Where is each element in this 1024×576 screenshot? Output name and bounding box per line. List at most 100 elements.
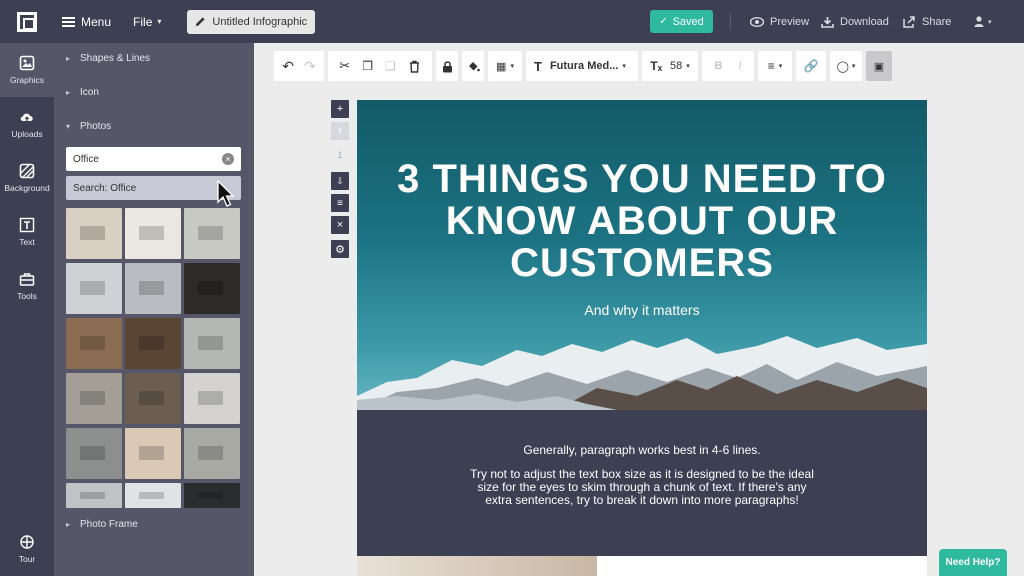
document-title-field[interactable]: Untitled Infographic bbox=[187, 9, 316, 34]
section-icon[interactable]: ▸ Icon bbox=[66, 87, 99, 98]
position-button[interactable]: ▣ bbox=[866, 51, 892, 81]
photo-thumbnail[interactable] bbox=[66, 318, 122, 369]
link-button[interactable]: 🔗 bbox=[796, 51, 826, 81]
rail-label: Text bbox=[19, 237, 35, 247]
hero-block[interactable]: 3 THINGS YOU NEED TO KNOW ABOUT OUR CUST… bbox=[357, 100, 927, 410]
hero-title[interactable]: 3 THINGS YOU NEED TO KNOW ABOUT OUR CUST… bbox=[357, 158, 927, 284]
bold-icon[interactable]: B bbox=[714, 60, 722, 72]
search-value: Office bbox=[73, 153, 99, 165]
next-block-photo[interactable] bbox=[357, 556, 597, 576]
section-photo-frame[interactable]: ▸ Photo Frame bbox=[66, 519, 138, 530]
section-label: Shapes & Lines bbox=[80, 53, 151, 64]
photo-thumbnail[interactable] bbox=[125, 373, 181, 424]
link-icon: 🔗 bbox=[803, 59, 819, 73]
block-settings-button[interactable]: ⚙ bbox=[331, 240, 349, 258]
search-suggestion[interactable]: Search: Office bbox=[66, 176, 241, 200]
lock-button[interactable] bbox=[436, 51, 458, 81]
paste-icon[interactable]: ❏ bbox=[385, 59, 396, 73]
preview-button[interactable]: Preview bbox=[750, 0, 809, 43]
photo-thumbnail[interactable] bbox=[125, 263, 181, 314]
move-down-button[interactable]: ⇩ bbox=[331, 172, 349, 190]
duplicate-block-button[interactable]: ≡ bbox=[331, 194, 349, 212]
rail-item-text[interactable]: Text bbox=[0, 205, 54, 259]
photo-thumbnail[interactable] bbox=[125, 318, 181, 369]
section-shapes-lines[interactable]: ▸ Shapes & Lines bbox=[66, 53, 150, 64]
rail-item-graphics[interactable]: Graphics bbox=[0, 43, 54, 97]
fill-color-button[interactable] bbox=[462, 51, 484, 81]
saved-button[interactable]: ✓ Saved bbox=[650, 10, 713, 33]
font-name: Futura Med... bbox=[549, 60, 619, 72]
section-label: Photo Frame bbox=[80, 519, 138, 530]
rail-item-tour[interactable]: Tour bbox=[0, 522, 54, 576]
photo-thumbnail[interactable] bbox=[184, 428, 240, 479]
cut-icon[interactable]: ✂ bbox=[339, 58, 350, 74]
align-button[interactable]: ≡ ▾ bbox=[758, 51, 792, 81]
photo-thumbnail[interactable] bbox=[66, 263, 122, 314]
rail-item-tools[interactable]: Tools bbox=[0, 259, 54, 313]
photo-thumbnail[interactable] bbox=[66, 483, 122, 508]
effects-button[interactable]: ◯ ▾ bbox=[830, 51, 862, 81]
check-icon: ✓ bbox=[659, 16, 668, 27]
infographic-canvas[interactable]: 3 THINGS YOU NEED TO KNOW ABOUT OUR CUST… bbox=[357, 100, 927, 576]
search-suggestion-label: Search: Office bbox=[73, 182, 137, 194]
photo-thumbnail[interactable] bbox=[125, 208, 181, 259]
rail-label: Background bbox=[4, 183, 50, 193]
rail-item-uploads[interactable]: Uploads bbox=[0, 97, 54, 151]
photo-thumbnail[interactable] bbox=[184, 318, 240, 369]
italic-icon[interactable]: I bbox=[738, 60, 741, 72]
chevron-down-icon: ▾ bbox=[778, 63, 783, 70]
font-family-select[interactable]: T Futura Med... ▾ bbox=[526, 51, 638, 81]
photo-thumbnail[interactable] bbox=[125, 483, 181, 508]
photo-thumbnail[interactable] bbox=[184, 373, 240, 424]
pencil-icon bbox=[196, 17, 206, 27]
file-menu-button[interactable]: File ▾ bbox=[133, 15, 161, 29]
app-logo[interactable] bbox=[0, 0, 54, 43]
background-icon bbox=[19, 163, 35, 179]
section-label: Photos bbox=[80, 121, 112, 132]
photo-thumbnail[interactable] bbox=[125, 428, 181, 479]
rail-label: Uploads bbox=[11, 129, 43, 139]
rail-item-background[interactable]: Background bbox=[0, 151, 54, 205]
plus-icon: + bbox=[336, 103, 344, 115]
paragraph-body[interactable]: Try not to adjust the text box size as i… bbox=[467, 468, 817, 507]
user-menu[interactable]: ▾ bbox=[974, 0, 992, 43]
preview-label: Preview bbox=[770, 15, 810, 28]
trash-icon[interactable] bbox=[408, 60, 421, 73]
tag-icon: ◯ bbox=[836, 60, 849, 73]
font-size-select[interactable]: Tₓ 58 ▾ bbox=[642, 51, 698, 81]
transparency-button[interactable]: ▦ ▾ bbox=[488, 51, 522, 81]
copy-icon[interactable]: ❐ bbox=[362, 59, 373, 73]
font-size-value: 58 bbox=[669, 60, 683, 72]
redo-icon[interactable]: ↷ bbox=[304, 58, 316, 75]
clear-search-icon[interactable]: × bbox=[222, 153, 234, 165]
photo-search-input[interactable]: Office × bbox=[66, 147, 241, 171]
eye-icon bbox=[750, 16, 764, 27]
paint-bucket-icon bbox=[468, 61, 480, 71]
mountain-photo[interactable] bbox=[357, 330, 927, 410]
menu-button[interactable]: Menu bbox=[62, 15, 111, 29]
paragraph-heading[interactable]: Generally, paragraph works best in 4-6 l… bbox=[357, 443, 927, 457]
section-photos[interactable]: ▾ Photos bbox=[66, 121, 111, 132]
share-button[interactable]: Share bbox=[903, 0, 951, 43]
download-button[interactable]: Download bbox=[821, 0, 889, 43]
paragraph-block[interactable]: Generally, paragraph works best in 4-6 l… bbox=[357, 410, 927, 556]
photo-thumbnail[interactable] bbox=[184, 263, 240, 314]
photo-thumbnail[interactable] bbox=[184, 208, 240, 259]
need-help-button[interactable]: Need Help? bbox=[939, 549, 1007, 576]
move-up-button[interactable]: ⇧ bbox=[331, 122, 349, 140]
chevron-down-icon: ▾ bbox=[851, 63, 856, 70]
next-block-area[interactable] bbox=[597, 556, 927, 576]
hero-subtitle[interactable]: And why it matters bbox=[357, 302, 927, 318]
page-number: 1 bbox=[337, 150, 343, 160]
photo-thumbnail[interactable] bbox=[184, 483, 240, 508]
photo-thumbnail[interactable] bbox=[66, 208, 122, 259]
download-label: Download bbox=[840, 15, 889, 28]
chevron-down-icon: ▾ bbox=[686, 63, 690, 70]
gear-icon: ⚙ bbox=[335, 243, 345, 256]
photo-thumbnail[interactable] bbox=[66, 373, 122, 424]
add-block-button[interactable]: + bbox=[331, 100, 349, 118]
delete-block-button[interactable]: × bbox=[331, 216, 349, 234]
photo-thumbnail[interactable] bbox=[66, 428, 122, 479]
undo-icon[interactable]: ↶ bbox=[282, 58, 294, 75]
text-icon bbox=[19, 217, 35, 233]
